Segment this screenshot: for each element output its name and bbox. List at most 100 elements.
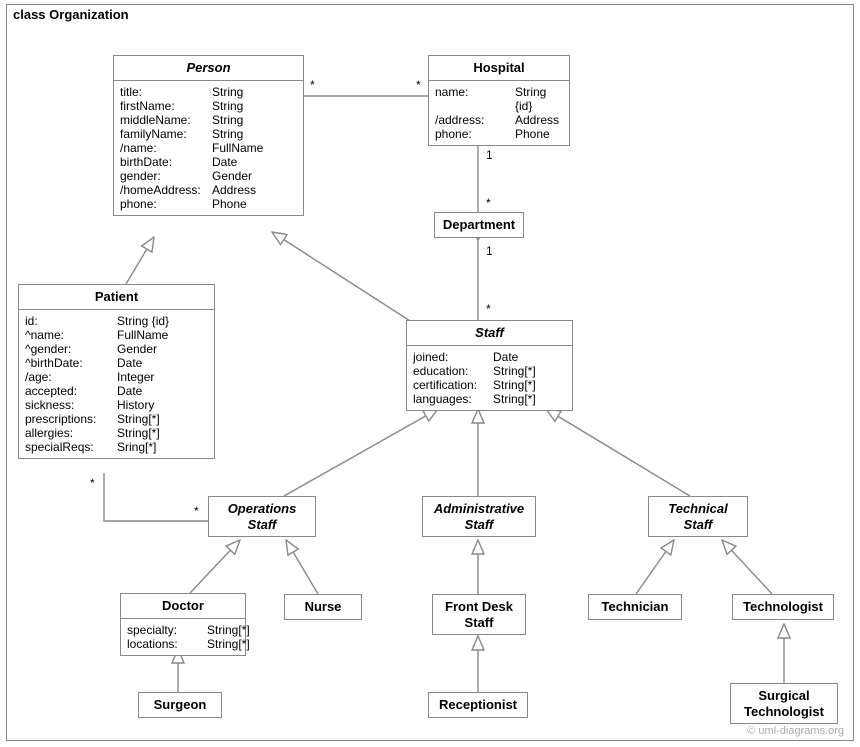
attr-val: Date [212,155,237,169]
class-attrs: name:String {id}/address:Addressphone:Ph… [429,81,569,145]
attr-key: gender: [120,169,212,183]
attr-row: accepted:Date [25,384,208,398]
attr-val: Phone [212,197,247,211]
attr-val: Sring[*] [117,440,156,454]
class-surgical-technologist: Surgical Technologist [730,683,838,724]
attr-key: phone: [120,197,212,211]
attr-key: /age: [25,370,117,384]
class-person: Person title:StringfirstName:Stringmiddl… [113,55,304,216]
class-receptionist: Receptionist [428,692,528,718]
mult-patient-ops-r: * [194,504,199,518]
attr-row: /homeAddress:Address [120,183,297,197]
attr-row: phone:Phone [435,127,563,141]
attr-row: gender:Gender [120,169,297,183]
attr-key: /address: [435,113,515,127]
attr-val: FullName [212,141,263,155]
class-name: Hospital [429,56,569,81]
class-technician: Technician [588,594,682,620]
attr-key: specialty: [127,623,207,637]
attr-row: /name:FullName [120,141,297,155]
class-name: Nurse [285,595,361,619]
class-name: Administrative Staff [423,497,535,536]
attr-val: Date [117,384,142,398]
mult-patient-ops-l: * [90,476,95,490]
class-technical-staff: Technical Staff [648,496,748,537]
class-administrative-staff: Administrative Staff [422,496,536,537]
attr-val: String[*] [207,637,250,651]
class-attrs: joined:Dateeducation:String[*]certificat… [407,346,572,410]
attr-val: Phone [515,127,550,141]
attr-key: ^birthDate: [25,356,117,370]
attr-key: specialReqs: [25,440,117,454]
class-patient: Patient id:String {id}^name:FullName^gen… [18,284,215,459]
attr-val: FullName [117,328,168,342]
watermark: © uml-diagrams.org [747,725,844,737]
class-doctor: Doctor specialty:String[*]locations:Stri… [120,593,246,656]
attr-val: String[*] [493,378,536,392]
class-name: Front Desk Staff [433,595,525,634]
class-front-desk-staff: Front Desk Staff [432,594,526,635]
mult-dept-staff-bot: * [486,302,491,316]
class-name: Doctor [121,594,245,619]
mult-hosp-dept-bot: * [486,196,491,210]
attr-row: languages:String[*] [413,392,566,406]
attr-row: firstName:String [120,99,297,113]
class-attrs: title:StringfirstName:StringmiddleName:S… [114,81,303,215]
class-attrs: specialty:String[*]locations:String[*] [121,619,245,655]
attr-row: prescriptions:String[*] [25,412,208,426]
attr-val: String[*] [207,623,250,637]
attr-val: String {id} [515,85,563,113]
class-staff: Staff joined:Dateeducation:String[*]cert… [406,320,573,411]
class-technologist: Technologist [732,594,834,620]
attr-key: birthDate: [120,155,212,169]
attr-val: String[*] [493,392,536,406]
attr-val: History [117,398,154,412]
attr-row: sickness:History [25,398,208,412]
attr-row: /address:Address [435,113,563,127]
class-name: Operations Staff [209,497,315,536]
attr-row: ^gender:Gender [25,342,208,356]
class-surgeon: Surgeon [138,692,222,718]
class-name: Technician [589,595,681,619]
attr-row: joined:Date [413,350,566,364]
mult-person-hospital-r: * [416,78,421,92]
attr-row: education:String[*] [413,364,566,378]
attr-row: familyName:String [120,127,297,141]
class-name: Surgical Technologist [731,684,837,723]
attr-val: String[*] [117,426,160,440]
attr-val: String [212,99,243,113]
attr-row: id:String {id} [25,314,208,328]
class-name: Department [435,213,523,237]
attr-key: id: [25,314,117,328]
attr-row: ^name:FullName [25,328,208,342]
attr-row: specialReqs:Sring[*] [25,440,208,454]
attr-key: ^name: [25,328,117,342]
attr-key: education: [413,364,493,378]
attr-row: specialty:String[*] [127,623,239,637]
attr-val: String {id} [117,314,169,328]
attr-key: phone: [435,127,515,141]
class-operations-staff: Operations Staff [208,496,316,537]
attr-key: /name: [120,141,212,155]
class-name: Surgeon [139,693,221,717]
mult-person-hospital-l: * [310,78,315,92]
class-department: Department [434,212,524,238]
class-name: Receptionist [429,693,527,717]
class-name: Person [114,56,303,81]
attr-val: Date [117,356,142,370]
attr-row: certification:String[*] [413,378,566,392]
attr-row: locations:String[*] [127,637,239,651]
mult-dept-staff-top: 1 [486,244,493,258]
attr-row: birthDate:Date [120,155,297,169]
attr-val: Gender [117,342,157,356]
attr-val: String [212,113,243,127]
attr-val: String [212,85,243,99]
attr-row: allergies:String[*] [25,426,208,440]
attr-key: ^gender: [25,342,117,356]
class-name: Technical Staff [649,497,747,536]
attr-val: Address [515,113,559,127]
attr-val: Gender [212,169,252,183]
mult-hosp-dept-top: 1 [486,148,493,162]
class-name: Technologist [733,595,833,619]
attr-val: Address [212,183,256,197]
